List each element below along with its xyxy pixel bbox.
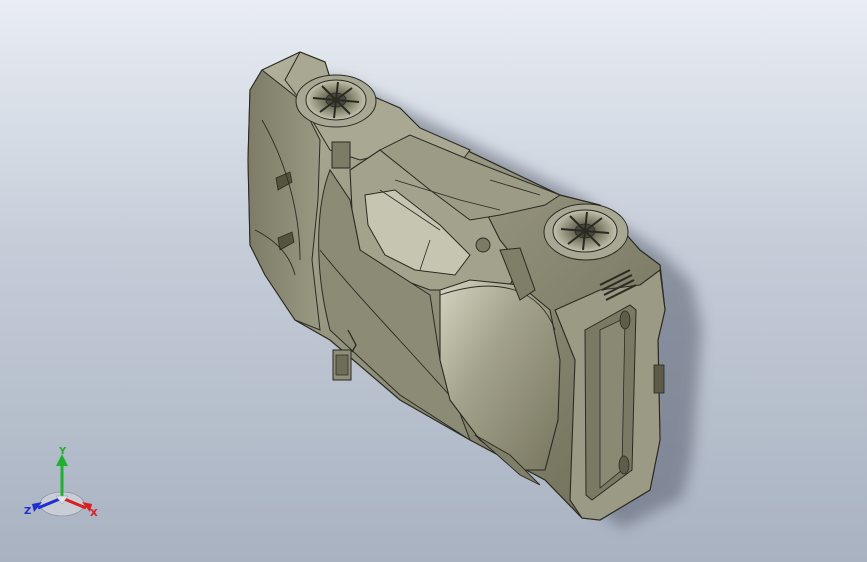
x-axis-label: X [90,508,98,519]
headlight-top [619,310,631,330]
z-axis-label: Z [24,506,31,517]
rear-light [331,141,351,169]
graphics-viewport[interactable]: Y X Z [0,0,867,562]
front-wheel [543,203,629,261]
car-model-3d[interactable] [0,0,867,562]
coordinate-triad: Y X Z [24,446,98,519]
y-axis-label: Y [58,446,67,457]
headlight-bottom [618,455,630,475]
rear-wheel [295,74,377,128]
front-hood [439,279,561,471]
license-plate-tab [653,364,665,394]
